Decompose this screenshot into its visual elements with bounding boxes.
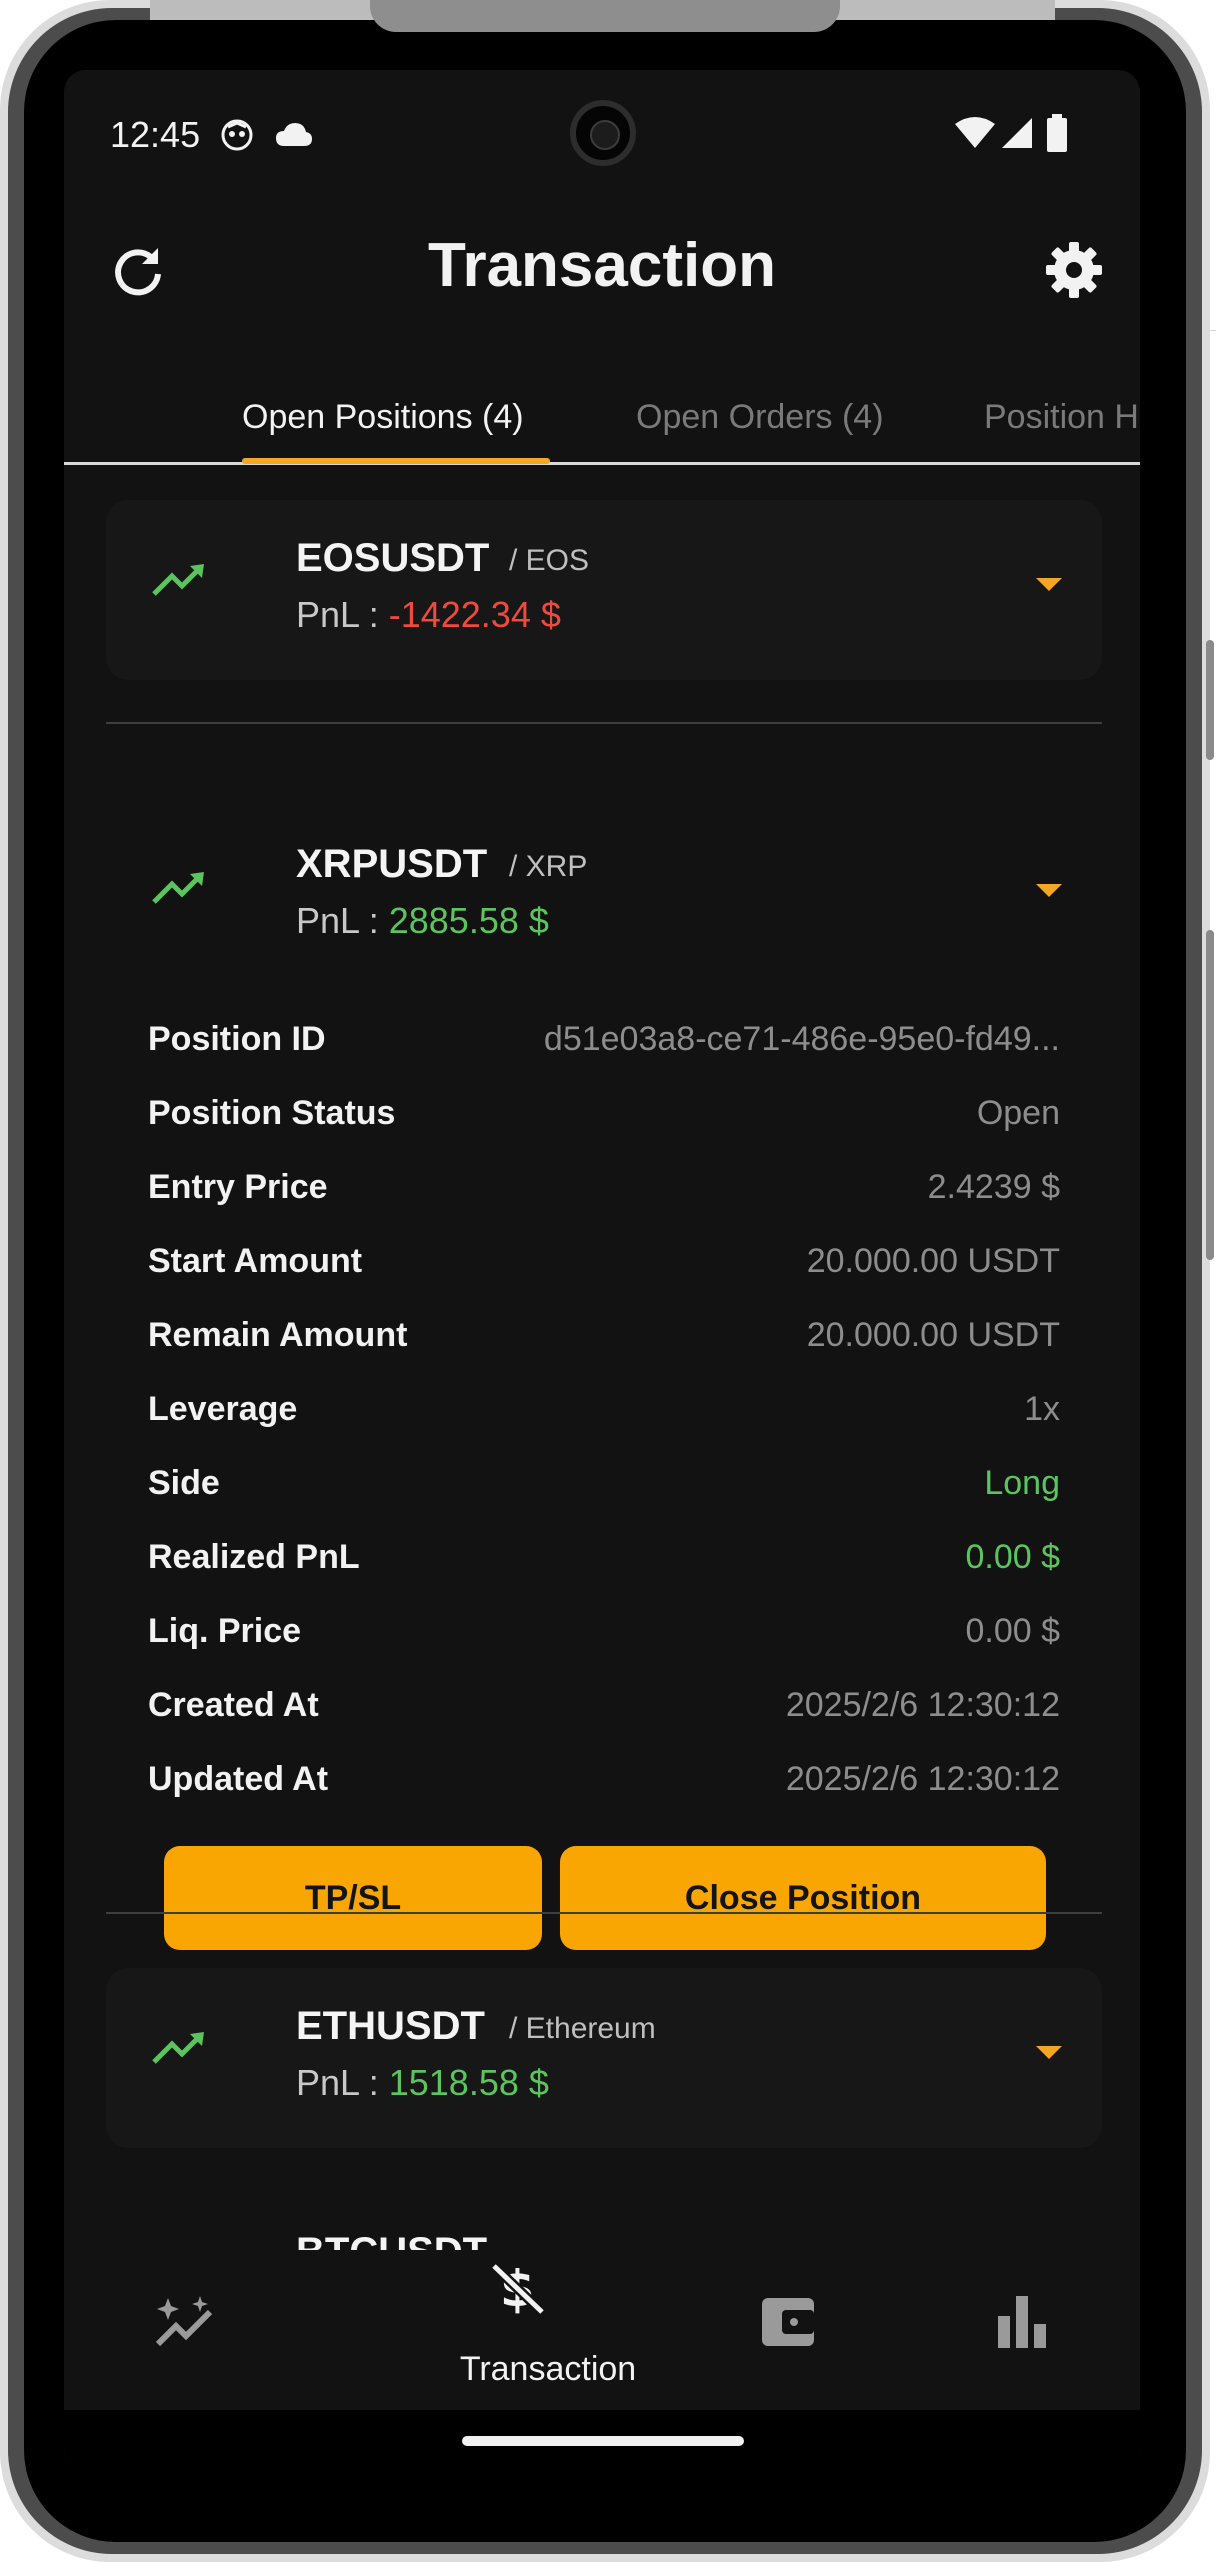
app-bar: Transaction (64, 70, 1140, 300)
detail-label: Position ID (148, 1020, 326, 1058)
tab-position-history[interactable]: Position H (984, 398, 1139, 437)
pnl-value: 2885.58 $ (388, 900, 549, 941)
detail-label: Leverage (148, 1390, 298, 1428)
nav-item-insights[interactable] (154, 2250, 234, 2400)
detail-label: Realized PnL (148, 1538, 360, 1576)
active-tab-indicator (242, 458, 550, 464)
position-pnl: PnL : -1422.34 $ (296, 594, 561, 636)
position-card-xrpusdt[interactable]: XRPUSDT / XRP PnL : 2885.58 $ Position I… (106, 736, 1102, 1950)
detail-row-position-id: Position ID d51e03a8-ce71-486e-95e0-fd49… (148, 1020, 1060, 1080)
detail-label: Entry Price (148, 1168, 328, 1206)
home-indicator[interactable] (462, 2436, 744, 2446)
detail-value: 2025/2/6 12:30:12 (785, 1760, 1060, 1798)
position-pnl: PnL : 2885.58 $ (296, 900, 549, 942)
tab-open-orders[interactable]: Open Orders (4) (636, 398, 884, 437)
position-pair: / Ethereum (509, 2012, 656, 2045)
nav-item-wallet[interactable] (760, 2250, 820, 2400)
power-button (1206, 930, 1214, 1260)
detail-label: Side (148, 1464, 220, 1502)
list-divider (106, 1912, 1102, 1914)
nav-label-transaction: Transaction (459, 2350, 637, 2388)
pnl-value: -1422.34 $ (388, 594, 561, 635)
detail-value: 2.4239 $ (927, 1168, 1060, 1206)
expand-caret-icon[interactable] (1036, 2046, 1062, 2059)
detail-label: Liq. Price (148, 1612, 302, 1650)
position-symbol: EOSUSDT (296, 536, 490, 580)
tpsl-button[interactable]: TP/SL (164, 1846, 542, 1950)
position-card-eosusdt[interactable]: EOSUSDT / EOS PnL : -1422.34 $ (106, 500, 1102, 680)
settings-button[interactable] (1042, 238, 1106, 302)
detail-value: 1x (1024, 1390, 1060, 1428)
app-screen: 12:45 Transaction Open Positions (4) Ope… (64, 70, 1140, 2470)
detail-row-updated-at: Updated At 2025/2/6 12:30:12 (148, 1760, 1060, 1820)
detail-row-leverage: Leverage 1x (148, 1390, 1060, 1450)
pnl-label: PnL : (296, 900, 389, 941)
tab-bar: Open Positions (4) Open Orders (4) Posit… (64, 370, 1140, 465)
detail-value: d51e03a8-ce71-486e-95e0-fd49... (543, 1020, 1060, 1058)
detail-row-side: Side Long (148, 1464, 1060, 1524)
detail-row-realized-pnl: Realized PnL 0.00 $ (148, 1538, 1060, 1598)
detail-row-entry-price: Entry Price 2.4239 $ (148, 1168, 1060, 1228)
detail-value: 2025/2/6 12:30:12 (785, 1686, 1060, 1724)
detail-row-created-at: Created At 2025/2/6 12:30:12 (148, 1686, 1060, 1746)
detail-row-liq-price: Liq. Price 0.00 $ (148, 1612, 1060, 1672)
trending-up-icon (152, 564, 204, 596)
expand-caret-icon[interactable] (1036, 578, 1062, 591)
close-position-button[interactable]: Close Position (560, 1846, 1046, 1950)
detail-value: Open (976, 1094, 1060, 1132)
position-pnl: PnL : 1518.58 $ (296, 2062, 549, 2104)
volume-button (1206, 640, 1214, 760)
position-card-ethusdt[interactable]: ETHUSDT / Ethereum PnL : 1518.58 $ (106, 1968, 1102, 2148)
tab-open-positions[interactable]: Open Positions (4) (242, 398, 524, 437)
pnl-label: PnL : (296, 594, 389, 635)
detail-value: Long (984, 1464, 1060, 1502)
detail-row-remain-amount: Remain Amount 20.000.00 USDT (148, 1316, 1060, 1376)
position-symbol: XRPUSDT (296, 842, 488, 886)
detail-value: 0.00 $ (965, 1538, 1060, 1576)
trending-up-icon (152, 2032, 204, 2064)
detail-label: Position Status (148, 1094, 396, 1132)
bar-chart-icon (998, 2296, 1046, 2348)
nav-item-transaction[interactable]: $ Transaction (460, 2250, 636, 2400)
detail-label: Start Amount (148, 1242, 363, 1280)
detail-label: Remain Amount (148, 1316, 408, 1354)
pnl-value: 1518.58 $ (388, 2062, 549, 2103)
bottom-navigation: $ Transaction (64, 2250, 1140, 2400)
detail-value: 0.00 $ (965, 1612, 1060, 1650)
position-symbol: ETHUSDT (296, 2004, 485, 2048)
trending-up-icon (152, 872, 204, 904)
gear-icon (1046, 242, 1102, 298)
position-pair: / XRP (509, 850, 588, 883)
detail-row-position-status: Position Status Open (148, 1094, 1060, 1154)
detail-row-start-amount: Start Amount 20.000.00 USDT (148, 1242, 1060, 1302)
position-pair: / EOS (509, 544, 590, 577)
detail-value: 20.000.00 USDT (806, 1242, 1060, 1280)
wallet-icon (762, 2298, 814, 2346)
detail-value: 20.000.00 USDT (806, 1316, 1060, 1354)
detail-label: Created At (148, 1686, 319, 1724)
list-divider (106, 722, 1102, 724)
nav-item-stats[interactable] (994, 2250, 1054, 2400)
device-speaker (370, 0, 840, 32)
page-title: Transaction (428, 231, 776, 300)
sparkle-chart-icon (155, 2296, 213, 2347)
detail-label: Updated At (148, 1760, 329, 1798)
pnl-label: PnL : (296, 2062, 389, 2103)
money-off-icon: $ (490, 2260, 546, 2318)
collapse-caret-icon[interactable] (1036, 884, 1062, 897)
